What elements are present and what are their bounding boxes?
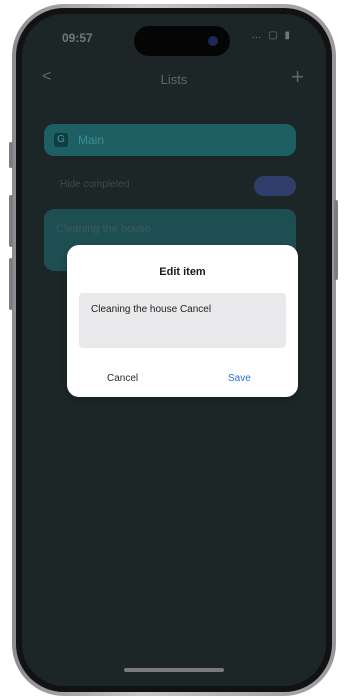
status-bar: 09:57 … ▢ ▮: [22, 14, 326, 58]
list-item-text: Cleaning the house: [56, 223, 151, 235]
save-button[interactable]: Save: [228, 373, 251, 384]
hide-completed-row: Hide completed: [44, 174, 296, 198]
list-header[interactable]: G Main: [44, 124, 296, 156]
side-button-volume-up: [9, 195, 13, 247]
side-button-action: [9, 142, 13, 168]
list-header-label: Main: [78, 133, 105, 147]
edit-item-dialog: Edit item Cleaning the house Cancel Canc…: [67, 245, 298, 397]
hide-completed-toggle[interactable]: [254, 176, 296, 196]
item-text-value: Cleaning the house Cancel: [91, 304, 212, 315]
status-icons: … ▢ ▮: [251, 30, 292, 41]
side-button-power: [334, 200, 338, 280]
cancel-button[interactable]: Cancel: [107, 373, 138, 384]
camera-dot-icon: [208, 36, 218, 46]
status-time: 09:57: [62, 31, 93, 45]
side-button-volume-down: [9, 258, 13, 310]
toggle-label: Hide completed: [60, 179, 130, 190]
home-indicator: [124, 668, 224, 672]
list-icon: G: [54, 133, 68, 147]
page-title: Lists: [160, 72, 188, 87]
item-text-input[interactable]: Cleaning the house Cancel: [79, 293, 286, 348]
dynamic-island: [134, 26, 230, 56]
add-icon[interactable]: +: [291, 64, 304, 90]
dialog-title: Edit item: [159, 266, 206, 278]
nav-bar: < Lists +: [22, 64, 326, 94]
